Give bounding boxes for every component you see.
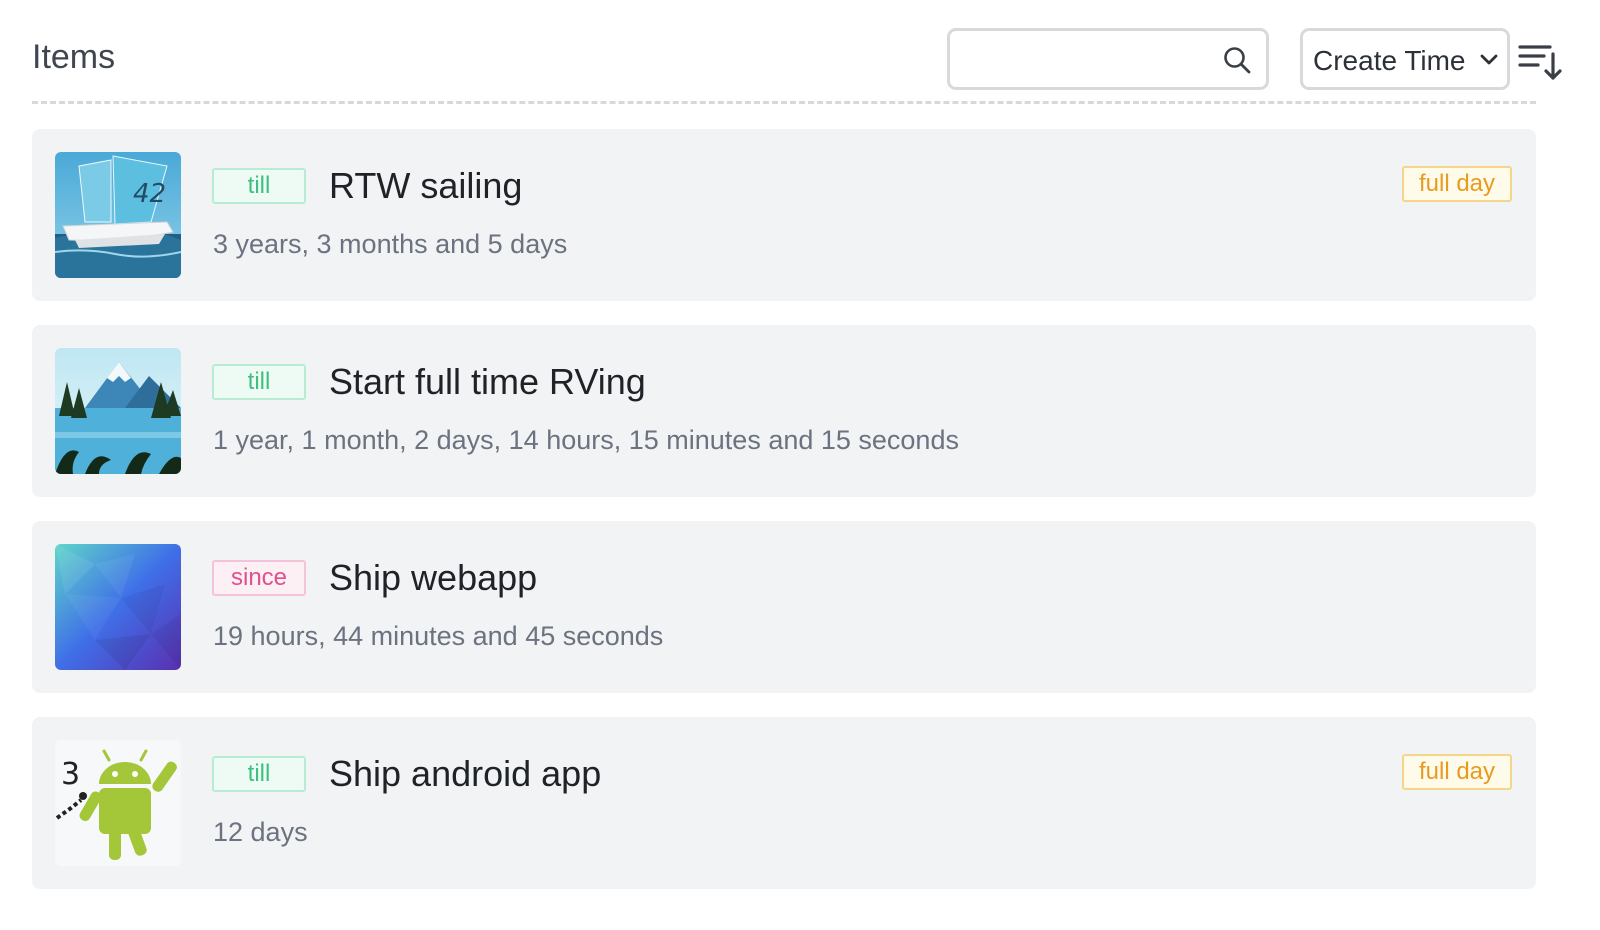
sailing-catamaran-image: 42 (55, 152, 181, 278)
page-title: Items (32, 38, 116, 76)
sort-field-value: Create Time (1313, 45, 1466, 76)
type-badge: till (212, 168, 306, 204)
app: Items Create Time 42 till RTW sailing 3 … (0, 0, 1600, 930)
mountain-lake-image (55, 348, 181, 474)
type-badge: till (212, 364, 306, 400)
svg-text:42: 42 (133, 179, 166, 209)
item-card[interactable]: till Start full time RVing 1 year, 1 mon… (32, 325, 1536, 497)
item-card[interactable]: 3 till Ship android app 12 days full day (32, 717, 1536, 889)
type-badge: till (212, 756, 306, 792)
item-title[interactable]: Ship webapp (329, 557, 537, 599)
item-duration: 3 years, 3 months and 5 days (213, 229, 568, 259)
chevron-down-icon (1480, 54, 1498, 65)
svg-text:3: 3 (61, 757, 80, 792)
item-duration: 1 year, 1 month, 2 days, 14 hours, 15 mi… (213, 425, 959, 455)
sort-field-select[interactable]: Create Time (1300, 28, 1510, 90)
full-day-badge: full day (1402, 166, 1512, 202)
item-title[interactable]: Start full time RVing (329, 361, 646, 403)
item-title[interactable]: Ship android app (329, 753, 601, 795)
search-input[interactable] (960, 39, 1210, 79)
full-day-badge: full day (1402, 754, 1512, 790)
item-duration: 12 days (213, 817, 308, 847)
search-icon[interactable] (1222, 45, 1252, 75)
item-card[interactable]: 42 till RTW sailing 3 years, 3 months an… (32, 129, 1536, 301)
item-duration: 19 hours, 44 minutes and 45 seconds (213, 621, 664, 651)
header: Items Create Time (32, 28, 1584, 90)
header-divider (32, 101, 1536, 104)
item-title[interactable]: RTW sailing (329, 165, 522, 207)
sort-descending-icon[interactable] (1518, 42, 1562, 82)
search-box[interactable] (947, 28, 1269, 90)
item-card[interactable]: since Ship webapp 19 hours, 44 minutes a… (32, 521, 1536, 693)
type-badge: since (212, 560, 306, 596)
android-robot-image: 3 (55, 740, 181, 866)
blue-gradient-image (55, 544, 181, 670)
